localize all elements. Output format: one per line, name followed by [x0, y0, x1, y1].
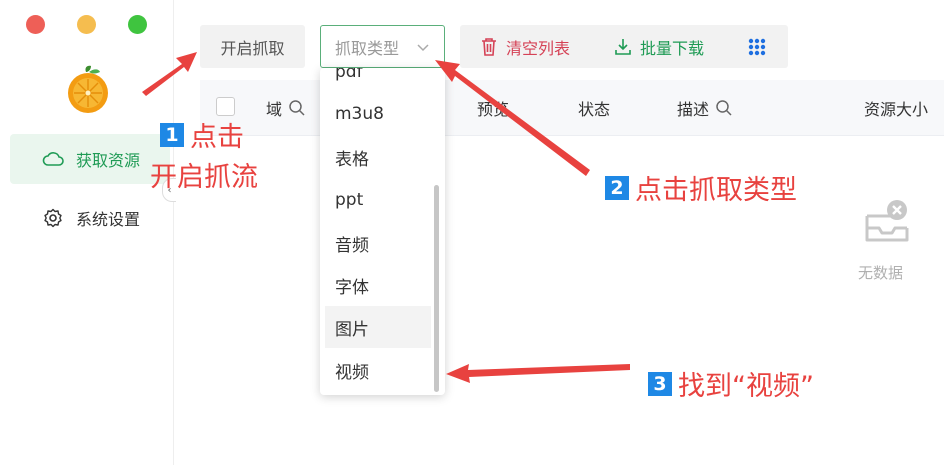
- empty-box-icon: [865, 200, 909, 242]
- sidebar-item-get-resources[interactable]: 获取资源: [10, 134, 170, 184]
- sidebar: 获取资源 系统设置 ‹: [0, 0, 176, 465]
- dropdown-option-label: 视频: [335, 362, 369, 383]
- annotation-step2: 2 点击抓取类型: [605, 168, 797, 207]
- capture-type-select[interactable]: 抓取类型: [320, 25, 445, 68]
- column-status-label: 状态: [578, 100, 611, 119]
- window-maximize-button[interactable]: [128, 15, 147, 34]
- dropdown-option-video[interactable]: 视频: [325, 349, 431, 391]
- dropdown-scrollbar[interactable]: [434, 185, 439, 392]
- column-resource-size: 资源大小: [864, 80, 928, 136]
- annotation-step3: 3 找到“视频”: [648, 364, 814, 403]
- sidebar-item-label: 获取资源: [76, 151, 141, 170]
- search-icon[interactable]: [715, 99, 733, 117]
- dropdown-option-label: pdf: [335, 68, 363, 82]
- download-icon: [615, 38, 631, 55]
- step-badge: 3: [648, 371, 672, 396]
- window-minimize-button[interactable]: [77, 15, 96, 34]
- select-all-checkbox[interactable]: [216, 97, 235, 116]
- column-preview: 预览: [477, 80, 509, 136]
- trash-icon: [482, 37, 496, 56]
- chevron-down-icon: [417, 43, 429, 51]
- dropdown-option-image[interactable]: 图片: [325, 306, 431, 348]
- column-domain-label: 域: [266, 100, 283, 119]
- dropdown-option-label: m3u8: [335, 104, 384, 124]
- dropdown-option-table[interactable]: 表格: [325, 136, 431, 178]
- annotation-step3-text: 找到“视频”: [678, 371, 814, 402]
- sidebar-item-system-settings[interactable]: 系统设置: [10, 193, 170, 243]
- column-status: 状态: [578, 80, 610, 136]
- capture-type-dropdown: pdf m3u8 表格 ppt 音频 字体 图片 视频: [320, 68, 445, 395]
- column-description-label: 描述: [677, 100, 710, 119]
- annotation-step1-line2: 开启抓流: [150, 162, 258, 193]
- capture-type-placeholder: 抓取类型: [335, 38, 400, 58]
- annotation-step2-text: 点击抓取类型: [635, 175, 797, 206]
- grid-icon: [748, 38, 766, 55]
- dropdown-option-audio[interactable]: 音频: [325, 222, 431, 264]
- annotation-step1: 1 点击: [160, 115, 244, 154]
- column-domain: 域: [266, 80, 306, 136]
- dropdown-option-font[interactable]: 字体: [325, 264, 431, 306]
- dropdown-option-label: 表格: [335, 149, 369, 170]
- clear-list-label: 清空列表: [506, 38, 571, 58]
- table-header: 域 预览 状态 描述 资源大小: [200, 80, 944, 136]
- app-window: 获取资源 系统设置 ‹ 开启抓取 抓取类型 清空列表 批量下载 域 预览 状态 …: [0, 0, 944, 465]
- gear-icon: [40, 208, 66, 228]
- column-preview-label: 预览: [477, 100, 510, 119]
- column-resource-size-label: 资源大小: [864, 100, 929, 119]
- cloud-icon: [40, 149, 66, 169]
- toolbar-actions: 清空列表 批量下载: [460, 25, 788, 68]
- dropdown-option-label: 图片: [335, 319, 369, 340]
- start-capture-button[interactable]: 开启抓取: [200, 25, 305, 68]
- dropdown-option-m3u8[interactable]: m3u8: [325, 93, 431, 135]
- grid-view-button[interactable]: [748, 25, 774, 68]
- annotation-step1-line1: 点击: [190, 122, 244, 153]
- start-capture-label: 开启抓取: [220, 38, 285, 58]
- dropdown-option-label: ppt: [335, 190, 364, 210]
- search-icon[interactable]: [288, 99, 306, 117]
- window-close-button[interactable]: [26, 15, 45, 34]
- empty-state-label: 无数据: [858, 264, 904, 282]
- orange-logo-icon: [68, 65, 108, 113]
- dropdown-option-ppt[interactable]: ppt: [325, 179, 431, 221]
- column-description: 描述: [677, 80, 733, 136]
- step-badge: 2: [605, 175, 629, 200]
- clear-list-button[interactable]: 清空列表: [480, 25, 570, 68]
- dropdown-option-pdf[interactable]: pdf: [325, 68, 431, 93]
- dropdown-option-label: 音频: [335, 235, 369, 256]
- batch-download-button[interactable]: 批量下载: [614, 25, 704, 68]
- step-badge: 1: [160, 122, 184, 147]
- batch-download-label: 批量下载: [640, 38, 705, 58]
- sidebar-item-label: 系统设置: [76, 210, 141, 229]
- dropdown-option-label: 字体: [335, 277, 369, 298]
